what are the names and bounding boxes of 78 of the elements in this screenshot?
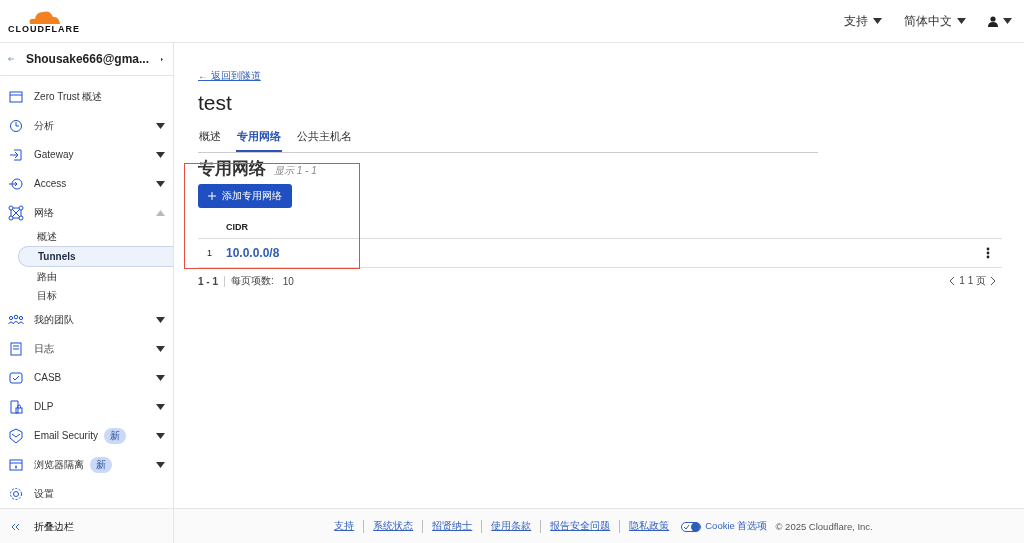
next-page-icon[interactable] [990,276,996,286]
page-range: 1 - 1 [198,275,225,287]
footer-link[interactable]: 支持 [325,520,364,533]
caret-icon [873,18,882,24]
clock-icon [8,117,24,134]
tab[interactable]: 概述 [198,129,222,152]
lock-document-icon [8,398,24,415]
sidebar-item[interactable]: 网络 [0,198,173,227]
sidebar-item[interactable]: 日志 [0,334,173,363]
plus-icon [208,192,216,200]
footer-link[interactable]: 招贤纳士 [422,520,482,533]
row-number: 1 [206,248,213,258]
network-icon [8,204,24,221]
page-indicator: 1 1 页 [959,274,986,288]
sidebar-subitem[interactable]: Tunnels [18,246,173,267]
sidebar-subitem[interactable]: 目标 [18,286,173,305]
tab[interactable]: 公共主机名 [296,129,353,152]
caret-icon [156,122,165,129]
caret-icon [156,316,165,323]
caret-icon [156,403,165,410]
footer-link[interactable]: 使用条款 [481,520,541,533]
back-link[interactable]: ← 返回到隧道 [198,69,261,83]
add-network-button[interactable]: 添加专用网络 [198,184,292,208]
caret-icon [156,461,165,468]
sidebar-item[interactable]: 分析 [0,111,173,140]
caret-icon [156,180,165,187]
tab[interactable]: 专用网络 [236,129,282,152]
column-header: CIDR [226,222,248,232]
previous-page-icon[interactable] [949,276,956,286]
sidebar-item[interactable]: Gateway [0,140,173,169]
new-badge: 新 [90,456,112,473]
sidebar-item[interactable]: Access [0,169,173,198]
result-count: 显示 1 - 1 [274,164,317,178]
toggle-icon [681,521,702,532]
collapse-icon[interactable] [10,522,20,531]
caret-icon [957,18,966,24]
checkbox-icon [8,369,24,386]
browser-icon [8,456,24,473]
sidebar-subitem[interactable]: 路由 [18,267,173,286]
cookie-preferences-link[interactable]: Cookie 首选项 [681,520,768,533]
new-badge: 新 [103,427,126,444]
sidebar-item[interactable]: 设置 [0,479,173,508]
header-menu[interactable]: 简体中文 [904,12,966,30]
caret-icon [156,151,165,158]
sidebar-subitem[interactable]: 概述 [18,227,173,246]
access-icon [8,175,24,192]
logo-text: CLOUDFLARE [8,23,80,34]
user-icon [988,15,998,27]
gear-icon [8,485,24,502]
footer-link[interactable]: 隐私政策 [619,520,679,533]
caret-icon [156,345,165,352]
sidebar-item[interactable]: 浏览器隔离 新 [0,450,173,479]
caret-icon [156,374,165,381]
shield-icon [8,427,24,444]
per-page-label: 每页项数: [231,274,274,288]
sidebar-item[interactable]: DLP [0,392,173,421]
window-icon [8,88,24,105]
page-title: test [198,91,233,115]
caret-icon [156,209,165,216]
sidebar-item[interactable]: CASB [0,363,173,392]
footer-link[interactable]: 报告安全问题 [540,520,620,533]
user-menu[interactable] [988,15,1012,27]
sidebar-item[interactable]: 我的团队 [0,305,173,334]
caret-icon [1003,18,1012,24]
caret-right-icon [161,55,163,63]
footer-link[interactable]: 系统状态 [363,520,423,533]
more-options-icon[interactable] [986,247,990,259]
per-page-value[interactable]: 10 [282,275,294,287]
sidebar-item[interactable]: Email Security 新 [0,421,173,450]
collapse-sidebar-label[interactable]: 折叠边栏 [34,519,74,534]
caret-icon [156,432,165,439]
cidr-link[interactable]: 10.0.0.0/8 [226,246,986,260]
account-name[interactable]: Shousake666@gma... [25,52,149,66]
gateway-icon [8,146,24,163]
sidebar-item[interactable]: Zero Trust 概述 [0,82,173,111]
copyright-text: © 2025 Cloudflare, Inc. [775,521,873,532]
document-icon [8,340,24,357]
header-menu[interactable]: 支持 [844,12,882,30]
